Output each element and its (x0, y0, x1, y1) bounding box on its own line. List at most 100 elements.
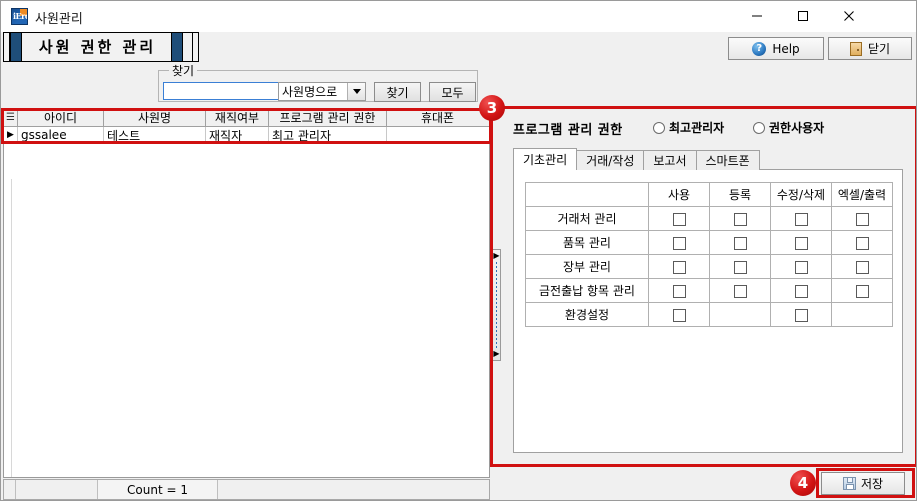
permission-cell-settings-edit (770, 302, 832, 327)
search-groupbox-legend: 찾기 (169, 62, 198, 79)
column-header-status[interactable]: 재직여부 (206, 109, 269, 126)
splitter-grip[interactable] (496, 262, 497, 348)
checkbox-client-edit[interactable] (794, 212, 808, 226)
minimize-button[interactable] (734, 1, 780, 31)
column-header-name[interactable]: 사원명 (104, 109, 206, 126)
annotation-badge-4: 4 (790, 470, 816, 496)
permission-row-settings: 환경설정 (525, 302, 893, 327)
tab-smartphone[interactable]: 스마트폰 (695, 150, 760, 170)
permission-row-label-ledger: 장부 관리 (525, 254, 649, 279)
panel-splitter[interactable]: ▶ ▶ (492, 249, 501, 361)
record-count-label: Count = 1 (98, 480, 218, 499)
question-circle-icon: ? (752, 41, 767, 56)
search-input[interactable] (163, 82, 294, 100)
checkbox-item-export[interactable] (855, 236, 869, 250)
floppy-disk-icon (842, 477, 856, 490)
search-find-button[interactable]: 찾기 (374, 82, 421, 102)
checkbox-ledger-edit[interactable] (794, 260, 808, 274)
radio-permission-user-label: 권한사용자 (769, 121, 825, 135)
radio-permission-user[interactable]: 권한사용자 (753, 119, 824, 136)
permission-row-label-item: 품목 관리 (525, 230, 649, 255)
search-all-button[interactable]: 모두 (429, 82, 476, 102)
permission-cell-item-create (709, 230, 771, 255)
permission-matrix-corner (525, 182, 649, 207)
annotation-badge-3: 3 (479, 95, 505, 121)
permission-row-label-cashitem: 금전출납 항목 관리 (525, 278, 649, 303)
chevron-down-icon[interactable] (347, 83, 365, 100)
close-form-button[interactable]: 닫기 (828, 37, 912, 60)
checkbox-client-export[interactable] (855, 212, 869, 226)
permission-cell-ledger-export (831, 254, 893, 279)
column-header-mobile[interactable]: 휴대폰 (387, 109, 488, 126)
checkbox-cashitem-use[interactable] (672, 284, 686, 298)
banner-bar-left (10, 33, 22, 61)
table-row[interactable]: ▶ gssalee 테스트 재직자 최고 관리자 (4, 127, 489, 144)
permission-cell-cashitem-use (648, 278, 710, 303)
tab-transaction[interactable]: 거래/작성 (576, 150, 645, 170)
permission-row-label-settings: 환경설정 (525, 302, 649, 327)
banner-bar-right (171, 33, 183, 61)
employee-grid-panel: ☰ 아이디 사원명 재직여부 프로그램 관리 권한 휴대폰 ▶ gssalee … (3, 108, 490, 478)
checkbox-ledger-export[interactable] (855, 260, 869, 274)
checkbox-client-create[interactable] (733, 212, 747, 226)
radio-super-admin-indicator[interactable] (653, 121, 665, 134)
checkbox-item-use[interactable] (672, 236, 686, 250)
permission-row-label-client: 거래처 관리 (525, 206, 649, 231)
checkbox-cashitem-edit[interactable] (794, 284, 808, 298)
permission-section-title: 프로그램 관리 권한 (513, 123, 623, 138)
permission-cell-item-edit (770, 230, 832, 255)
banner-edge-right (192, 32, 199, 62)
app-logo-text: iErc (13, 11, 28, 21)
permission-cell-client-edit (770, 206, 832, 231)
permission-column-create: 등록 (709, 182, 771, 207)
help-button-label: Help (772, 41, 800, 56)
permission-cell-cashitem-edit (770, 278, 832, 303)
minimize-icon (752, 15, 762, 17)
permission-cell-item-export (831, 230, 893, 255)
employee-grid-empty-area[interactable] (4, 144, 489, 477)
checkbox-settings-use[interactable] (672, 308, 686, 322)
maximize-button[interactable] (780, 1, 826, 31)
checkbox-ledger-use[interactable] (672, 260, 686, 274)
checkbox-item-edit[interactable] (794, 236, 808, 250)
permission-panel: 프로그램 관리 권한 최고관리자 권한사용자 기초관리 거래/작성 보고서 스마… (501, 108, 915, 465)
checkbox-ledger-create[interactable] (733, 260, 747, 274)
cell-id: gssalee (18, 127, 104, 143)
status-pane-1 (4, 480, 16, 499)
permission-row-client: 거래처 관리 (525, 206, 893, 231)
tab-strip: 기초관리 거래/작성 보고서 스마트폰 (513, 148, 760, 170)
close-window-button[interactable] (826, 1, 872, 31)
permission-cell-settings-export (831, 302, 893, 327)
splitter-arrow-bottom-icon[interactable]: ▶ (493, 350, 499, 358)
close-icon (844, 11, 854, 21)
save-button[interactable]: 저장 (821, 472, 905, 495)
app-logo-icon: iErc (11, 8, 28, 25)
radio-super-admin[interactable]: 최고관리자 (653, 119, 724, 136)
cell-mobile (387, 127, 488, 143)
permission-cell-ledger-use (648, 254, 710, 279)
checkbox-item-create[interactable] (733, 236, 747, 250)
row-selector-icon: ▶ (4, 127, 18, 143)
tab-basic-management[interactable]: 기초관리 (513, 148, 578, 170)
column-header-authority[interactable]: 프로그램 관리 권한 (269, 109, 387, 126)
grid-row-header-rail (4, 179, 12, 477)
search-field-select[interactable]: 사원명으로 (278, 82, 366, 101)
checkbox-cashitem-create[interactable] (733, 284, 747, 298)
permission-tab-control: 기초관리 거래/작성 보고서 스마트폰 사용 등록 수정/삭제 엑셀/출력 거래… (513, 148, 903, 453)
radio-permission-user-indicator[interactable] (753, 121, 765, 134)
splitter-arrow-top-icon[interactable]: ▶ (493, 252, 499, 260)
permission-cell-client-create (709, 206, 771, 231)
help-button[interactable]: ? Help (728, 37, 824, 60)
tab-report[interactable]: 보고서 (643, 150, 697, 170)
column-header-id[interactable]: 아이디 (18, 109, 104, 126)
permission-row-item: 품목 관리 (525, 230, 893, 255)
checkbox-settings-edit[interactable] (794, 308, 808, 322)
permission-cell-client-export (831, 206, 893, 231)
permission-matrix-header-row: 사용 등록 수정/삭제 엑셀/출력 (525, 182, 893, 207)
grid-corner-icon[interactable]: ☰ (4, 109, 18, 126)
checkbox-cashitem-export[interactable] (855, 284, 869, 298)
checkbox-client-use[interactable] (672, 212, 686, 226)
window-title: 사원관리 (35, 12, 83, 27)
permission-cell-item-use (648, 230, 710, 255)
banner-edge-left (3, 32, 10, 62)
